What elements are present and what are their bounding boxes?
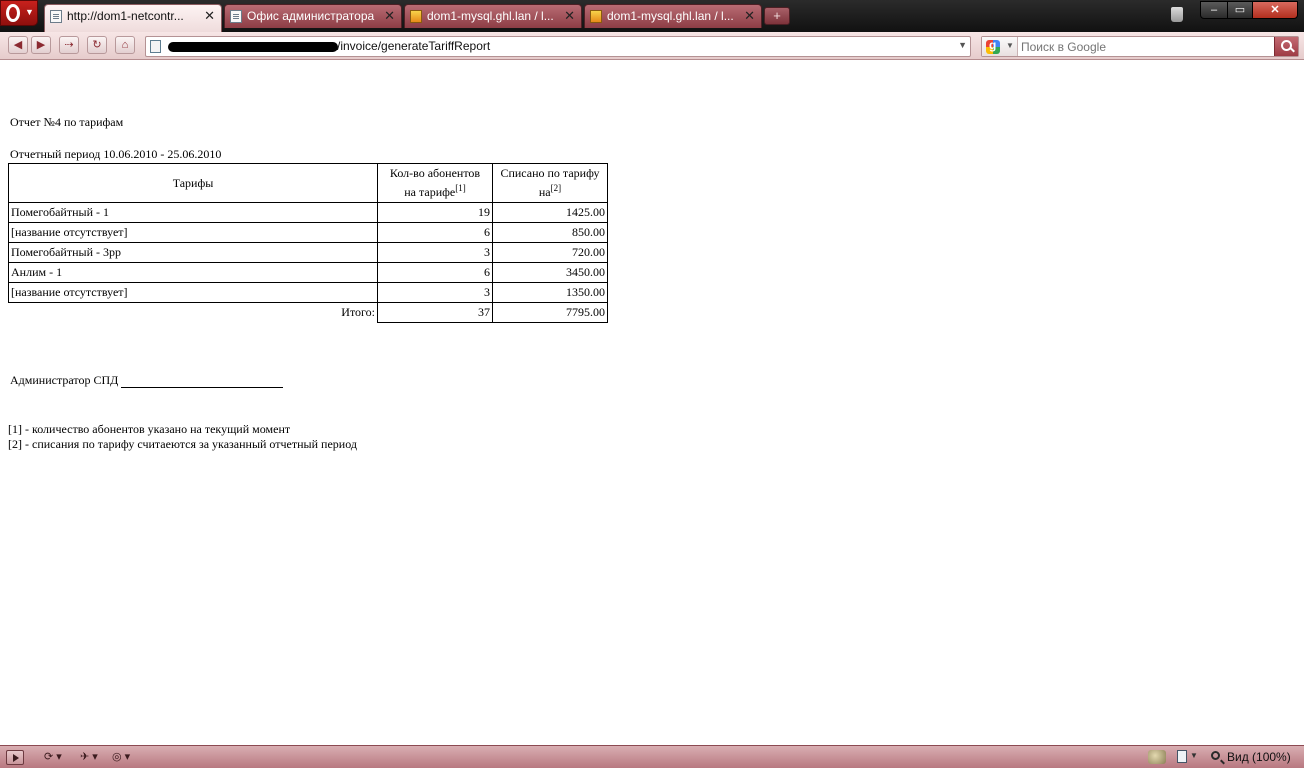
chevron-down-icon[interactable]: ▼ bbox=[1190, 751, 1198, 760]
tariff-name: Помегобайтный - 3рр bbox=[8, 242, 378, 263]
column-header-charged: Списано по тарифу на[2] bbox=[492, 163, 608, 203]
charged-amount: 1425.00 bbox=[492, 202, 608, 223]
back-button[interactable]: ◀ bbox=[8, 36, 28, 54]
signature-line bbox=[121, 376, 284, 388]
subscriber-count: 3 bbox=[377, 282, 493, 303]
close-icon[interactable]: ✕ bbox=[564, 5, 575, 27]
tariff-name: Анлим - 1 bbox=[8, 262, 378, 283]
forward-button[interactable]: ▶ bbox=[31, 36, 51, 54]
tariff-name: Помегобайтный - 1 bbox=[8, 202, 378, 223]
tab-mysql-2[interactable]: dom1-mysql.ghl.lan / l... ✕ bbox=[584, 4, 762, 28]
charged-amount: 850.00 bbox=[492, 222, 608, 243]
maximize-button[interactable]: ▭ bbox=[1227, 1, 1253, 19]
charged-amount: 3450.00 bbox=[492, 262, 608, 283]
close-icon[interactable]: ✕ bbox=[384, 5, 395, 27]
table-row: [название отсутствует] 6 850.00 bbox=[8, 222, 608, 243]
redacted-host bbox=[168, 42, 338, 52]
charged-amount: 720.00 bbox=[492, 242, 608, 263]
subscriber-count: 6 bbox=[377, 262, 493, 283]
footnote: [2] - списания по тарифу считаеются за у… bbox=[8, 437, 357, 451]
signature-block: Администратор СПД bbox=[10, 373, 284, 388]
search-engine-selector[interactable]: ▼ bbox=[982, 37, 1018, 56]
status-bar: ⟳ ▾ ✈ ▾ ◎ ▾ ▼ Вид (100%) bbox=[0, 745, 1304, 768]
address-path: /invoice/generateTariffReport bbox=[337, 39, 491, 53]
panel-toggle-icon[interactable] bbox=[6, 750, 24, 765]
google-icon bbox=[986, 38, 1000, 54]
search-input[interactable] bbox=[1020, 37, 1270, 56]
table-row: Помегобайтный - 3рр 3 720.00 bbox=[8, 242, 608, 263]
page-content: Отчет №4 по тарифам Отчетный период 10.0… bbox=[0, 61, 1304, 745]
footnote: [1] - количество абонентов указано на те… bbox=[8, 422, 291, 436]
tab-label: Офис администратора bbox=[247, 9, 375, 23]
window-close-button[interactable]: ✕ bbox=[1252, 1, 1298, 19]
table-row: [название отсутствует] 3 1350.00 bbox=[8, 282, 608, 303]
browser-titlebar: ▼ http://dom1-netcontr... ✕ Офис админис… bbox=[0, 0, 1304, 32]
table-row: Помегобайтный - 1 19 1425.00 bbox=[8, 202, 608, 223]
page-view-icon[interactable] bbox=[1177, 750, 1187, 763]
trash-icon[interactable] bbox=[1171, 7, 1183, 22]
subscriber-count: 19 bbox=[377, 202, 493, 223]
new-tab-button[interactable]: + bbox=[764, 7, 790, 25]
address-bar[interactable]: /invoice/generateTariffReport ▼ bbox=[145, 36, 971, 57]
search-bar: ▼ bbox=[981, 36, 1299, 57]
total-row: Итого: 37 7795.00 bbox=[9, 302, 608, 323]
unite-icon[interactable]: ◎ ▾ bbox=[112, 750, 144, 765]
tab-netcontrol[interactable]: http://dom1-netcontr... ✕ bbox=[44, 4, 222, 32]
minimize-button[interactable]: – bbox=[1200, 1, 1228, 19]
close-icon[interactable]: ✕ bbox=[204, 5, 215, 27]
zoom-level[interactable]: Вид (100%) bbox=[1227, 750, 1291, 764]
tariff-table: Тарифы Кол-во абонентов на тарифе[1] Спи… bbox=[8, 163, 608, 323]
reload-button[interactable]: ↻ bbox=[87, 36, 107, 54]
tariff-name: [название отсутствует] bbox=[8, 222, 378, 243]
widget-icon[interactable] bbox=[1148, 750, 1166, 764]
page-icon bbox=[230, 10, 242, 23]
zoom-icon[interactable] bbox=[1211, 751, 1220, 760]
signature-label: Администратор СПД bbox=[10, 373, 119, 387]
close-icon[interactable]: ✕ bbox=[744, 5, 755, 27]
turbo-icon[interactable]: ✈ ▾ bbox=[80, 750, 108, 765]
total-count: 37 bbox=[377, 302, 493, 323]
opera-logo-icon bbox=[6, 4, 20, 22]
tab-mysql-1[interactable]: dom1-mysql.ghl.lan / l... ✕ bbox=[404, 4, 582, 28]
subscriber-count: 6 bbox=[377, 222, 493, 243]
page-icon bbox=[50, 10, 62, 23]
sync-icon[interactable]: ⟳ ▾ bbox=[44, 750, 72, 765]
tab-admin-office[interactable]: Офис администратора ✕ bbox=[224, 4, 402, 28]
home-button[interactable]: ⌂ bbox=[115, 36, 135, 54]
tab-label: http://dom1-netcontr... bbox=[67, 9, 184, 23]
navigation-toolbar: ◀ ▶ ⇢ ↻ ⌂ /invoice/generateTariffReport … bbox=[0, 32, 1304, 60]
column-header-tariff: Тарифы bbox=[8, 163, 378, 203]
search-icon[interactable] bbox=[1274, 37, 1298, 56]
tariff-name: [название отсутствует] bbox=[8, 282, 378, 303]
footnote-ref-2: [2] bbox=[550, 183, 562, 193]
phpmyadmin-icon bbox=[410, 10, 422, 23]
report-title: Отчет №4 по тарифам bbox=[10, 115, 124, 129]
table-header-row: Тарифы Кол-во абонентов на тарифе[1] Спи… bbox=[8, 163, 608, 203]
column-header-subscribers: Кол-во абонентов на тарифе[1] bbox=[377, 163, 493, 203]
report-period: Отчетный период 10.06.2010 - 25.06.2010 bbox=[10, 147, 222, 161]
fast-forward-button[interactable]: ⇢ bbox=[59, 36, 79, 54]
tab-label: dom1-mysql.ghl.lan / l... bbox=[427, 9, 554, 23]
chevron-down-icon[interactable]: ▼ bbox=[958, 40, 967, 50]
phpmyadmin-icon bbox=[590, 10, 602, 23]
total-label: Итого: bbox=[341, 305, 375, 320]
total-amount: 7795.00 bbox=[492, 302, 608, 323]
chevron-down-icon: ▼ bbox=[1006, 41, 1014, 50]
opera-menu-button[interactable]: ▼ bbox=[0, 0, 38, 26]
table-row: Анлим - 1 6 3450.00 bbox=[8, 262, 608, 283]
chevron-down-icon: ▼ bbox=[25, 7, 34, 17]
footnote-ref-1: [1] bbox=[455, 183, 466, 193]
subscriber-count: 3 bbox=[377, 242, 493, 263]
tab-label: dom1-mysql.ghl.lan / l... bbox=[607, 9, 734, 23]
page-icon bbox=[150, 40, 161, 53]
charged-amount: 1350.00 bbox=[492, 282, 608, 303]
